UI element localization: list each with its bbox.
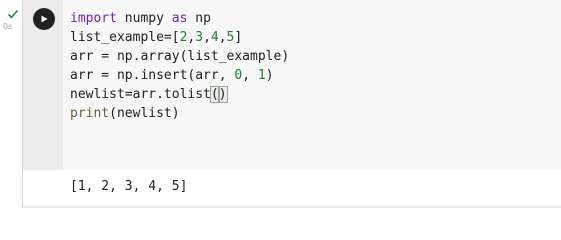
code-token: print [70,106,110,121]
code-token: ( [209,86,220,103]
code-block[interactable]: import numpy as np list_example=[2,3,4,5]… [70,9,289,123]
code-line: arr = np.array(list_example) [70,47,289,66]
output-text: [1, 2, 3, 4, 5] [70,179,188,194]
cell-bottom-shadow [23,204,561,208]
code-line: import numpy as np [70,9,289,28]
code-token: arr = np.array(list_example) [70,49,290,64]
code-token: , [218,30,227,45]
code-token: numpy [116,11,172,26]
play-icon [41,15,48,23]
execution-duration: 0s [3,22,13,31]
code-token: , [242,68,258,83]
code-line: list_example=[2,3,4,5] [70,28,289,47]
code-token: ) [217,86,228,103]
code-token: 4 [210,30,219,45]
code-token: np [187,11,211,26]
code-token: ) [265,68,274,83]
code-token: , [203,30,211,45]
code-line: arr = np.insert(arr, 0, 1) [70,66,289,85]
code-token: 3 [195,30,204,45]
code-token: newlist=arr.tolist [70,87,211,102]
cell-status: 0s [0,0,22,208]
text-cursor [226,86,228,101]
code-token: ] [234,30,243,45]
code-token: arr = np.insert(arr, [70,68,235,83]
code-token: list_example=[ [70,30,180,45]
code-token: import [70,11,117,26]
code-token: (newlist) [109,106,180,121]
code-line: newlist=arr.tolist() [70,85,289,104]
run-cell-button[interactable] [33,8,55,30]
code-line: print(newlist) [70,104,289,123]
check-icon [7,9,19,19]
code-token: as [171,11,188,26]
code-token: 1 [257,68,266,83]
